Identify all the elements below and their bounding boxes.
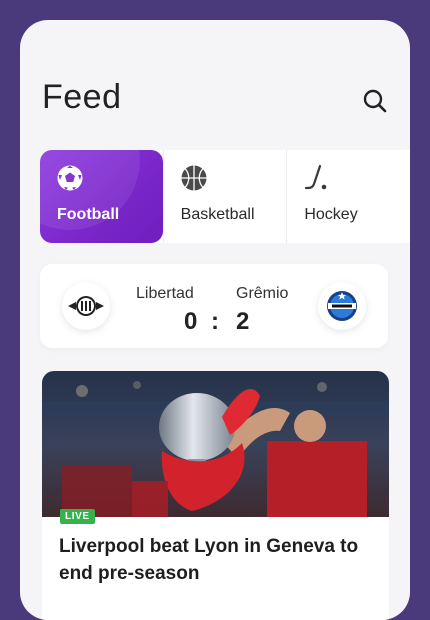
- tab-basketball-label: Basketball: [180, 206, 255, 223]
- news-card[interactable]: LIVE Liverpool beat Lyon in Geneva to en…: [42, 371, 389, 620]
- search-icon[interactable]: [362, 88, 388, 114]
- app-screen: Feed Football Basketball Hockey Libertad…: [20, 20, 410, 620]
- header: Feed: [42, 78, 388, 122]
- sport-tabs: Football Basketball Hockey: [40, 150, 410, 243]
- page-title: Feed: [42, 78, 122, 116]
- libertad-crest-icon: [62, 282, 110, 330]
- football-icon: [57, 165, 83, 191]
- basketball-icon: [181, 165, 207, 191]
- news-photo: [42, 371, 389, 517]
- tab-football-label: Football: [57, 206, 120, 223]
- gremio-crest-icon: [318, 282, 366, 330]
- tab-football[interactable]: Football: [40, 150, 163, 243]
- news-headline[interactable]: Liverpool beat Lyon in Geneva to end pre…: [59, 533, 369, 587]
- home-score: 0: [184, 308, 198, 335]
- home-team-name: Libertad: [136, 285, 194, 302]
- away-score: 2: [236, 308, 250, 335]
- match-card[interactable]: Libertad Grêmio 0 : 2: [40, 264, 388, 348]
- score-separator: :: [211, 308, 219, 335]
- tab-hockey-label: Hockey: [304, 206, 358, 223]
- away-team-name: Grêmio: [236, 285, 289, 302]
- hockey-icon: [305, 164, 327, 190]
- live-badge: LIVE: [60, 509, 95, 524]
- tab-basketball[interactable]: Basketball: [162, 150, 287, 243]
- tab-hockey[interactable]: Hockey: [286, 150, 410, 243]
